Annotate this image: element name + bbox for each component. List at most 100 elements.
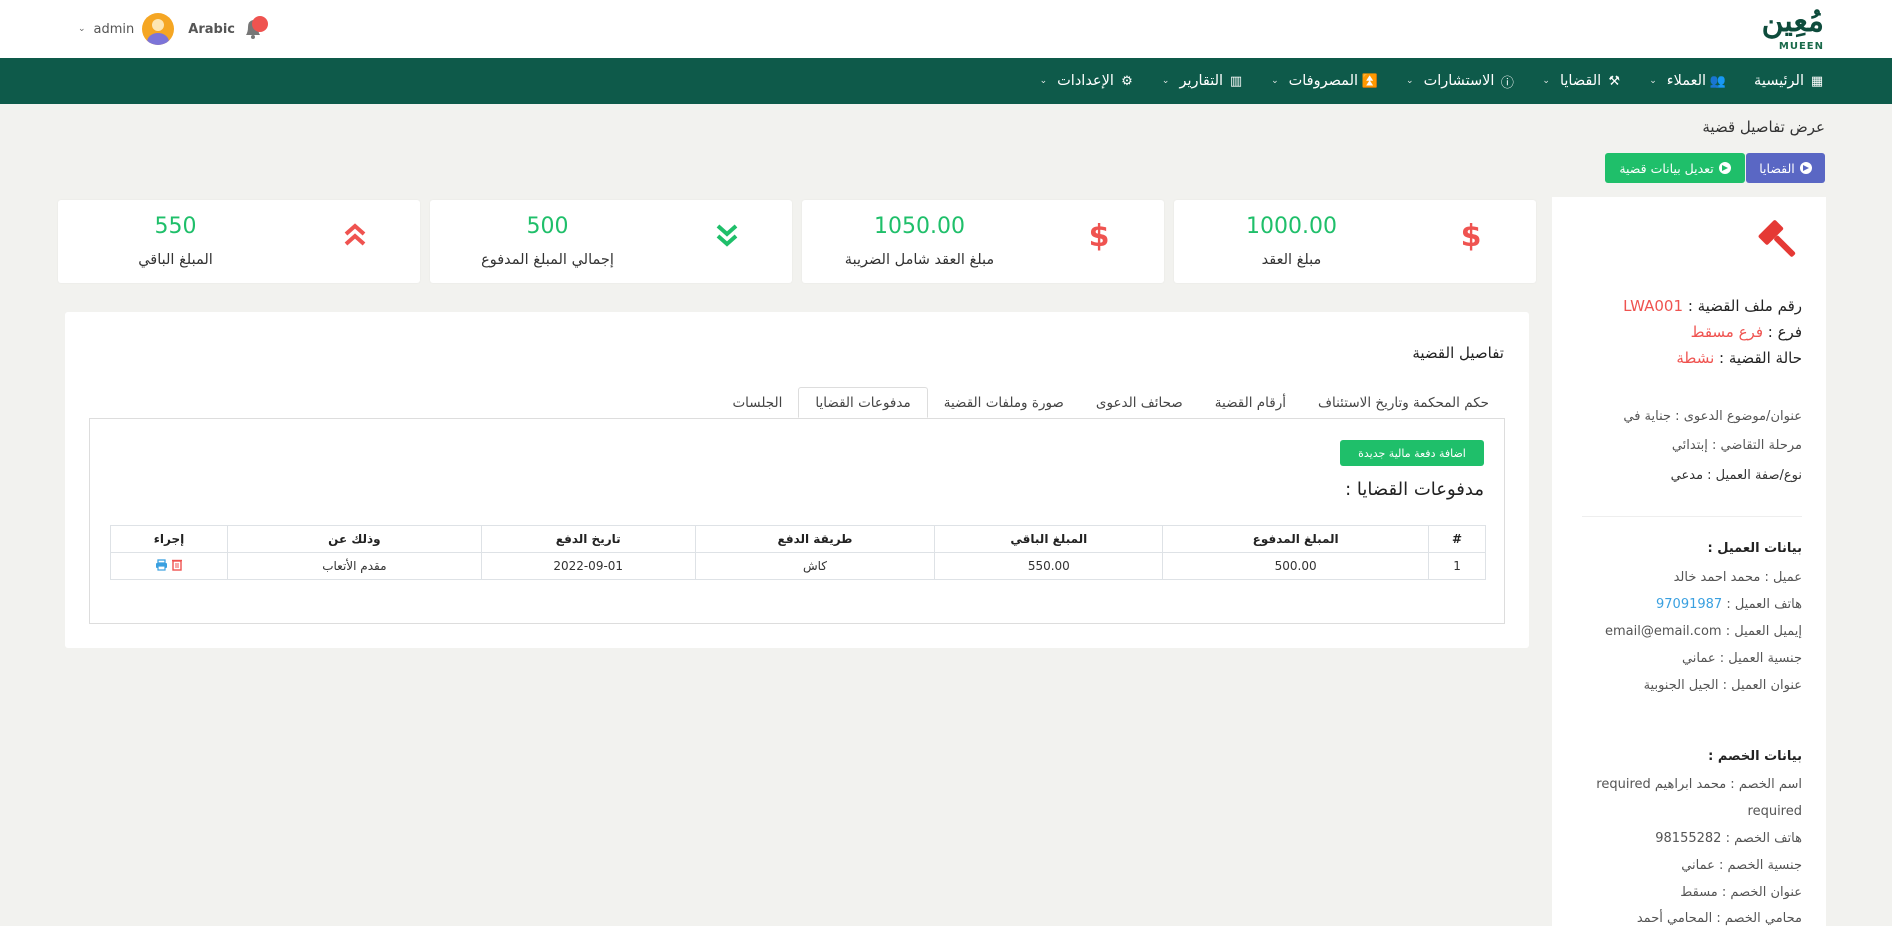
dollar-icon: $ — [1460, 218, 1482, 254]
client-name: عميل : محمد احمد خالد — [1673, 570, 1802, 585]
opponent-nationality: جنسية الخصم : عماني — [1681, 858, 1802, 873]
client-phone: هاتف العميل : 97091987 — [1656, 597, 1802, 612]
column-header: إجراء — [110, 525, 228, 553]
divider — [1582, 516, 1802, 517]
nav-label: المصروفات — [1288, 73, 1359, 89]
column-header: طريقة الدفع — [694, 525, 936, 553]
nav-item-expenses[interactable]: ⏫ المصروفات ⌄ — [1271, 73, 1378, 89]
client-address: عنوان العميل : الجيل الجنوبية — [1643, 678, 1802, 693]
language-switch[interactable]: Arabic — [188, 22, 235, 37]
dollar-icon: $ — [1088, 218, 1110, 254]
cases-button[interactable]: القضايا — [1746, 153, 1825, 183]
edit-case-button[interactable]: تعديل بيانات قضية — [1605, 153, 1745, 183]
client-type: نوع/صفة العميل : مدعي — [1670, 468, 1802, 483]
litigation-stage: مرحلة التقاضي : إبتدائي — [1671, 438, 1802, 453]
table-cell: 2022-09-01 — [480, 552, 696, 580]
table-header-row: # المبلغ المدفوع المبلغ الباقي طريقة الد… — [110, 525, 1486, 553]
chart-icon: ▥ — [1229, 73, 1243, 89]
chevron-down-icon: ⌄ — [1542, 76, 1550, 86]
avatar[interactable] — [142, 13, 175, 45]
case-status: حالة القضية : نشطة — [1676, 349, 1802, 367]
angles-down-icon — [712, 218, 742, 254]
table-cell: 550.00 — [934, 552, 1164, 580]
trash-icon[interactable] — [171, 558, 183, 571]
opponent-phone: هاتف الخصم : 98155282 — [1655, 831, 1802, 846]
nav-label: الرئيسية — [1754, 73, 1804, 89]
main-navbar: ▦ الرئيسية 👥 العملاء ⌄ ⚒ القضايا ⌄ ⓘ الا… — [0, 58, 1892, 104]
nav-item-settings[interactable]: ⚙ الإعدادات ⌄ — [1040, 73, 1134, 89]
app-logo[interactable]: مُعِين MUEEN — [1724, 4, 1824, 54]
case-info-panel: رقم ملف القضية : LWA001 فرع : فرع مسقط ح… — [1552, 197, 1826, 926]
column-header: المبلغ الباقي — [934, 525, 1164, 553]
stat-label: المبلغ الباقي — [138, 252, 213, 268]
column-header: # — [1428, 525, 1486, 553]
logo-arabic: مُعِين — [1761, 4, 1824, 39]
client-email: إيميل العميل : email@email.com — [1604, 624, 1802, 639]
angles-up-icon: ⏫ — [1361, 73, 1379, 89]
stat-value: 1050.00 — [874, 214, 965, 239]
nav-label: الاستشارات — [1423, 73, 1495, 89]
payments-table: # المبلغ المدفوع المبلغ الباقي طريقة الد… — [110, 525, 1486, 580]
gear-icon: ⚙ — [1121, 73, 1133, 89]
opponent-lawyer: محامي الخصم : المحامي أحمد — [1636, 911, 1802, 926]
nav-item-cases[interactable]: ⚒ القضايا ⌄ — [1542, 73, 1621, 89]
client-nationality: جنسية العميل : عماني — [1681, 651, 1802, 666]
gavel-icon: ⚒ — [1608, 73, 1621, 89]
dashboard-icon: ▦ — [1810, 73, 1824, 89]
chevron-down-icon: ⌄ — [78, 24, 86, 34]
case-tabs: الجلسات مدفوعات القضايا صورة وملفات القض… — [716, 387, 1505, 418]
notification-bell-icon[interactable] — [240, 15, 270, 43]
chevron-down-icon: ⌄ — [1039, 76, 1048, 86]
payments-pane: اضافة دفعة مالية جديدة مدفوعات القضايا :… — [89, 418, 1505, 624]
nav-item-consultations[interactable]: ⓘ الاستشارات ⌄ — [1406, 72, 1514, 91]
tab-sessions[interactable]: الجلسات — [716, 387, 798, 418]
actions-cell — [110, 552, 228, 580]
print-icon[interactable] — [155, 558, 168, 571]
stat-value: 500 — [526, 214, 569, 239]
table-cell: مقدم الأتعاب — [226, 552, 482, 580]
nav-label: العملاء — [1666, 73, 1707, 89]
column-header: وذلك عن — [226, 525, 482, 553]
opponent-heading: بيانات الخصم : — [1708, 749, 1802, 764]
case-subject: عنوان/موضوع الدعوى : جناية في — [1623, 409, 1802, 424]
nav-item-reports[interactable]: ▥ التقارير ⌄ — [1162, 73, 1243, 89]
tab-pleadings[interactable]: صحائف الدعوى — [1080, 387, 1199, 418]
stat-label: إجمالي المبلغ المدفوع — [481, 252, 614, 268]
logo-english: MUEEN — [1778, 41, 1824, 52]
stat-card-remaining: 550 المبلغ الباقي — [58, 200, 420, 283]
chevron-down-icon: ⌄ — [1271, 76, 1279, 86]
user-menu[interactable]: ⌄ admin Arabic — [78, 13, 235, 45]
edit-case-button-label: تعديل بيانات قضية — [1619, 160, 1714, 176]
chevron-down-icon: ⌄ — [1406, 76, 1414, 86]
stat-value: 550 — [154, 214, 197, 239]
angles-up-icon — [340, 218, 370, 254]
nav-item-home[interactable]: ▦ الرئيسية — [1754, 73, 1824, 89]
stat-label: مبلغ العقد — [1261, 252, 1322, 268]
case-file-number: رقم ملف القضية : LWA001 — [1623, 297, 1802, 315]
client-heading: بيانات العميل : — [1707, 541, 1802, 556]
chevron-down-icon: ⌄ — [1649, 76, 1657, 86]
tab-payments[interactable]: مدفوعات القضايا — [798, 387, 928, 418]
username: admin — [93, 21, 135, 37]
table-cell: 1 — [1428, 552, 1486, 580]
table-cell: كاش — [694, 552, 936, 580]
column-header: المبلغ المدفوع — [1162, 525, 1430, 553]
tab-case-numbers[interactable]: أرقام القضية — [1199, 387, 1302, 418]
stat-card-contract-amount: $ 1000.00 مبلغ العقد — [1174, 200, 1536, 283]
opponent-name-cont: required — [1747, 804, 1802, 819]
info-icon: ⓘ — [1500, 75, 1514, 91]
column-header: تاريخ الدفع — [480, 525, 696, 553]
add-payment-button[interactable]: اضافة دفعة مالية جديدة — [1340, 440, 1484, 466]
nav-item-clients[interactable]: 👥 العملاء ⌄ — [1649, 73, 1726, 89]
case-details-card: تفاصيل القضية الجلسات مدفوعات القضايا صو… — [65, 312, 1529, 648]
table-cell: 500.00 — [1162, 552, 1430, 580]
users-icon: 👥 — [1709, 73, 1727, 89]
stat-card-total-paid: 500 إجمالي المبلغ المدفوع — [430, 200, 792, 283]
tab-judgment[interactable]: حكم المحكمة وتاريخ الاستئناف — [1302, 387, 1505, 418]
chevron-down-icon: ⌄ — [1161, 76, 1170, 86]
stat-card-contract-with-tax: $ 1050.00 مبلغ العقد شامل الضريبة — [802, 200, 1164, 283]
opponent-name: اسم الخصم : محمد ابراهيم required — [1596, 777, 1802, 792]
tab-files[interactable]: صورة وملفات القضية — [928, 387, 1080, 418]
arrow-circle-icon — [1799, 162, 1812, 174]
top-header: مُعِين MUEEN ⌄ admin Arabic — [0, 0, 1892, 58]
